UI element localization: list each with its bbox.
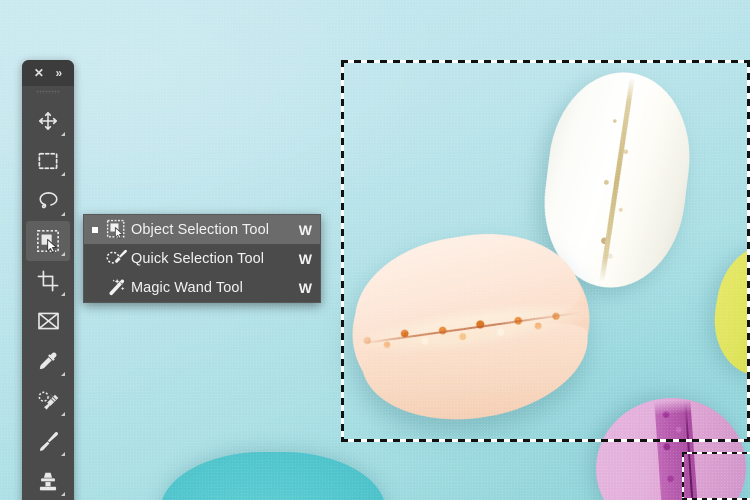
eyedropper-tool[interactable] bbox=[26, 341, 70, 381]
close-icon[interactable]: ✕ bbox=[34, 67, 44, 79]
marquee-tool[interactable] bbox=[26, 141, 70, 181]
double-chevron-right-icon[interactable]: » bbox=[56, 67, 63, 79]
paintbrush-icon bbox=[39, 431, 58, 451]
flyout-item-label: Quick Selection Tool bbox=[131, 250, 265, 267]
brush-tool[interactable] bbox=[26, 421, 70, 461]
flyout-item-shortcut: W bbox=[298, 221, 312, 238]
move-arrows-icon bbox=[38, 111, 58, 131]
object-selection-flyout-menu[interactable]: Object Selection Tool W Quick Selection … bbox=[83, 214, 321, 303]
flyout-indicator bbox=[61, 252, 65, 256]
clone-stamp-tool[interactable] bbox=[26, 461, 70, 500]
flyout-item-shortcut: W bbox=[298, 279, 312, 296]
rectangular-marquee-icon bbox=[38, 152, 58, 170]
selected-bullet-icon bbox=[88, 226, 101, 233]
frame-icon bbox=[37, 312, 59, 330]
move-tool[interactable] bbox=[26, 101, 70, 141]
clone-stamp-icon bbox=[39, 472, 57, 490]
tools-panel-drag-handle[interactable] bbox=[22, 86, 74, 98]
tools-panel-header: ✕ » bbox=[22, 60, 74, 86]
lasso-icon bbox=[38, 192, 58, 209]
flyout-indicator bbox=[61, 492, 65, 496]
quick-selection-icon bbox=[101, 248, 131, 269]
flyout-indicator bbox=[61, 372, 65, 376]
flyout-indicator bbox=[61, 452, 65, 456]
eyedropper-icon bbox=[39, 352, 57, 370]
crop-icon bbox=[37, 270, 59, 292]
photoshop-canvas-window: ✕ » Object Selection Tool W Quick Select… bbox=[0, 0, 750, 500]
object-selection-icon bbox=[101, 219, 131, 240]
flyout-item-magic-wand-tool[interactable]: Magic Wand Tool W bbox=[84, 273, 320, 302]
object-selection-icon bbox=[37, 230, 59, 253]
flyout-indicator bbox=[61, 412, 65, 416]
flyout-item-label: Object Selection Tool bbox=[131, 221, 270, 238]
frame-tool[interactable] bbox=[26, 301, 70, 341]
flyout-indicator bbox=[61, 212, 65, 216]
lasso-tool[interactable] bbox=[26, 181, 70, 221]
flyout-indicator bbox=[61, 132, 65, 136]
flyout-indicator bbox=[61, 172, 65, 176]
crop-tool[interactable] bbox=[26, 261, 70, 301]
flyout-item-shortcut: W bbox=[298, 250, 312, 267]
healing-brush-tool[interactable] bbox=[26, 381, 70, 421]
tools-list bbox=[22, 98, 74, 500]
tools-panel[interactable]: ✕ » bbox=[22, 60, 74, 500]
flyout-item-quick-selection-tool[interactable]: Quick Selection Tool W bbox=[84, 244, 320, 273]
magic-wand-icon bbox=[101, 277, 131, 298]
flyout-item-label: Magic Wand Tool bbox=[131, 279, 243, 296]
healing-brush-icon bbox=[38, 391, 58, 410]
object-selection-tool[interactable] bbox=[26, 221, 70, 261]
flyout-indicator bbox=[61, 292, 65, 296]
flyout-item-object-selection-tool[interactable]: Object Selection Tool W bbox=[84, 215, 320, 244]
